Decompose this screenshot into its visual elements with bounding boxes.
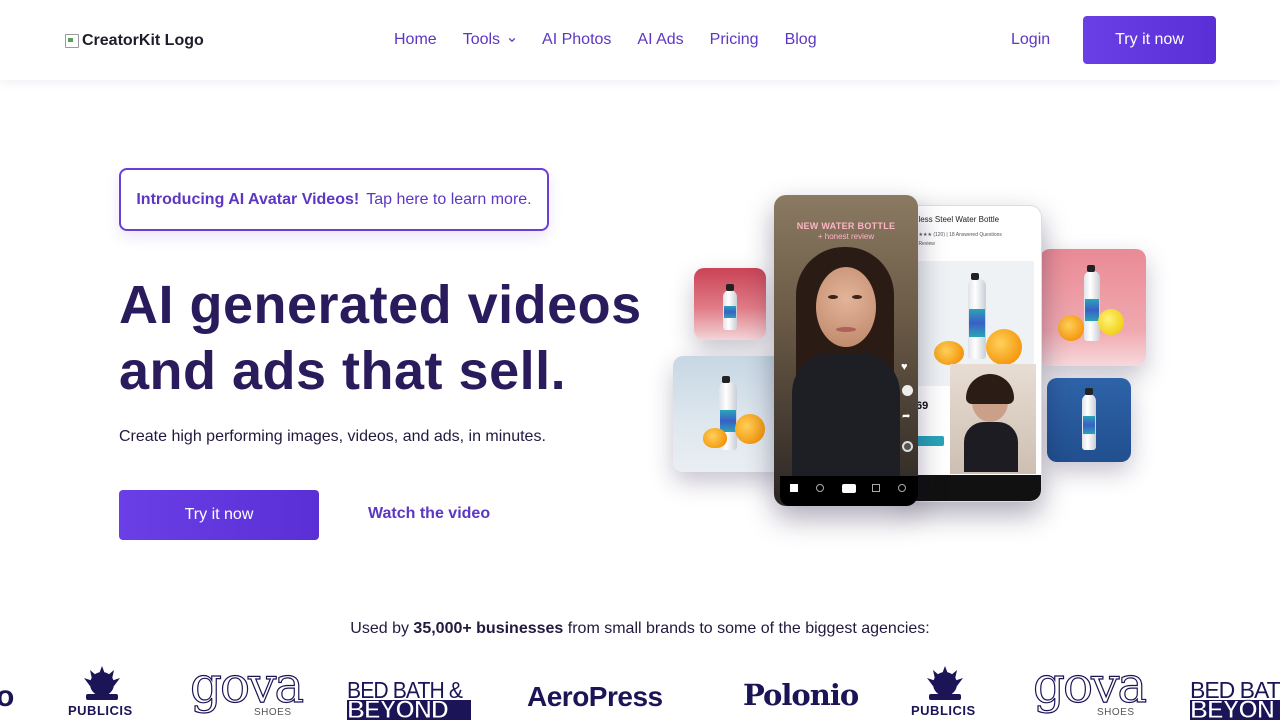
like-icon: ♥ xyxy=(901,361,908,373)
brand-logo-bed-bath-beyond: BED BATH & BEYOND xyxy=(347,677,475,723)
hero-try-it-now-button[interactable]: Try it now xyxy=(119,490,319,540)
brand-logo-polonio: Polonio xyxy=(743,678,859,712)
announcement-banner[interactable]: Introducing AI Avatar Videos! Tap here t… xyxy=(119,168,549,231)
nav-ai-photos-label: AI Photos xyxy=(542,31,612,48)
share-icon: ➦ xyxy=(902,411,911,422)
nav-ai-photos[interactable]: AI Photos xyxy=(542,30,611,50)
social-proof-count: 35,000+ businesses xyxy=(413,620,564,637)
gova-sub-2: SHOES xyxy=(1097,707,1135,718)
nav-home-label: Home xyxy=(394,31,437,48)
gova-wordmark-2: gova xyxy=(1032,655,1147,714)
create-tab-icon xyxy=(842,484,856,493)
product-card-blue xyxy=(1047,378,1131,462)
bbb-bottom: BEYOND xyxy=(347,697,471,723)
product-card-red-small xyxy=(694,268,766,340)
nav-tools[interactable]: Tools xyxy=(463,30,516,50)
login-link[interactable]: Login xyxy=(1011,30,1050,50)
nav-blog-label: Blog xyxy=(784,31,817,48)
hero-subtitle: Create high performing images, videos, a… xyxy=(119,428,546,445)
brand-logo-aeropress: AeroPress xyxy=(527,681,663,712)
brand-logo-publicis-2: PUBLICIS xyxy=(909,664,981,718)
gova-sub: SHOES xyxy=(254,707,292,718)
brand-logo-bed-bath-beyond-partial: BED BATH BEYON xyxy=(1190,680,1280,720)
nav-ai-ads[interactable]: AI Ads xyxy=(637,30,683,50)
product-card-light-blue xyxy=(673,356,789,472)
bbb-bottom-partial: BEYON xyxy=(1190,697,1280,720)
logo-alt-text: CreatorKit Logo xyxy=(82,32,204,49)
home-tab-icon xyxy=(790,484,798,492)
creatorkit-logo[interactable]: CreatorKit Logo xyxy=(64,32,204,50)
nav-ai-ads-label: AI Ads xyxy=(637,31,684,48)
watch-video-link[interactable]: Watch the video xyxy=(368,505,490,523)
publicis-wordmark: PUBLICIS xyxy=(68,703,133,718)
chevron-down-icon xyxy=(508,37,516,43)
product-page-mockup: nless Steel Water Bottle ★★★★ (120) | 18… xyxy=(905,205,1042,502)
product-rating: ★★★★ (120) | 18 Answered Questions xyxy=(914,232,1002,238)
social-proof-text: Used by 35,000+ businesses from small br… xyxy=(0,620,1280,638)
social-proof-suffix: from small brands to some of the biggest… xyxy=(567,620,930,637)
profile-tab-icon xyxy=(898,484,906,492)
nav-pricing-label: Pricing xyxy=(709,31,759,48)
publicis-lion-icon xyxy=(84,666,120,700)
announcement-text: Tap here to learn more. xyxy=(366,190,532,208)
hero-headline: AI generated videos and ads that sell. xyxy=(119,272,679,404)
video-overlay-line1: NEW WATER BOTTLE xyxy=(796,221,896,231)
social-proof-prefix: Used by xyxy=(350,620,409,637)
comment-icon xyxy=(902,385,913,396)
nav-try-it-now-button[interactable]: Try it now xyxy=(1083,16,1216,64)
nav-home[interactable]: Home xyxy=(394,30,437,50)
announcement-bold: Introducing AI Avatar Videos! xyxy=(136,190,360,208)
top-navbar: CreatorKit Logo Home Tools AI Photos AI … xyxy=(0,0,1280,80)
headline-line-1: AI generated videos xyxy=(119,275,642,335)
headline-line-2: and ads that sell. xyxy=(119,341,567,401)
gova-wordmark: gova xyxy=(189,655,304,714)
broken-image-icon xyxy=(64,33,80,49)
product-card-pink xyxy=(1040,249,1146,366)
product-title: nless Steel Water Bottle xyxy=(914,215,1000,224)
brand-logo-publicis: PUBLICIS xyxy=(66,664,138,718)
inbox-tab-icon xyxy=(872,484,880,492)
nav-tools-label: Tools xyxy=(462,31,501,48)
brand-logo-partial-left: o xyxy=(0,680,15,713)
nav-pricing[interactable]: Pricing xyxy=(710,30,759,50)
bbb-top: BED BATH & xyxy=(347,677,463,703)
nav-blog[interactable]: Blog xyxy=(785,30,817,50)
music-icon xyxy=(902,441,913,452)
main-menu: Home Tools AI Photos AI Ads Pricing Blog xyxy=(394,30,843,50)
brand-logo-gova-2: gova SHOES xyxy=(1032,655,1147,720)
discover-tab-icon xyxy=(816,484,824,492)
video-overlay-line2: + honest review xyxy=(817,232,875,241)
publicis-wordmark-2: PUBLICIS xyxy=(911,703,976,718)
brand-logo-gova: gova SHOES xyxy=(189,655,304,720)
avatar-video-mockup: NEW WATER BOTTLE + honest review ♥ ➦ xyxy=(774,195,918,506)
publicis-lion-icon xyxy=(927,666,963,700)
